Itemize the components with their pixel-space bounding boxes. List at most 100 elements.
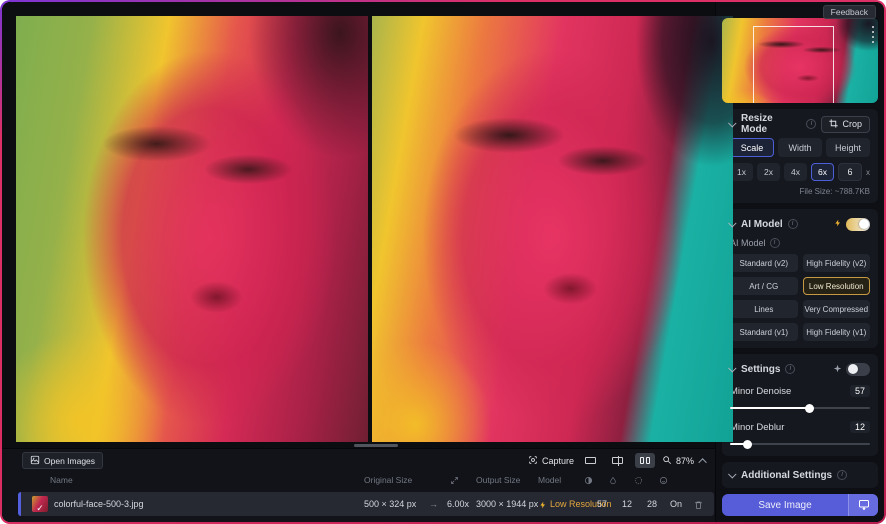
scale-column-icon: [450, 474, 459, 487]
custom-scale-input[interactable]: [838, 163, 862, 181]
resize-tabs: Scale Width Height: [730, 138, 870, 157]
delete-file-icon[interactable]: [694, 492, 703, 516]
ai-model-title: AI Model: [741, 219, 783, 230]
resize-mode-title: Resize Mode: [741, 113, 801, 135]
scale-6x-button[interactable]: 6x: [811, 163, 834, 181]
denoise-value[interactable]: 57: [850, 385, 870, 397]
face-recovery-column-icon: [659, 474, 668, 487]
original-image-view[interactable]: [16, 16, 368, 442]
column-model: Model: [538, 474, 561, 487]
file-original-size: 500 × 324 px: [364, 492, 416, 516]
info-icon: [785, 364, 795, 374]
tab-width[interactable]: Width: [778, 138, 822, 157]
selected-check-icon: ✓: [36, 496, 44, 520]
crop-button[interactable]: Crop: [821, 116, 870, 133]
capture-icon: [528, 455, 538, 467]
window-frame: Feedback Open Images: [0, 0, 886, 524]
file-denoise-value: 57: [597, 492, 607, 516]
scale-1x-button[interactable]: 1x: [730, 163, 753, 181]
side-by-side-view-icon: [640, 457, 651, 464]
save-image-label: Save Image: [722, 494, 848, 516]
main-column: Open Images Capture: [2, 2, 715, 522]
model-very-compressed[interactable]: Very Compressed: [803, 300, 871, 318]
zoom-control[interactable]: 87%: [662, 455, 694, 467]
scale-4x-button[interactable]: 4x: [784, 163, 807, 181]
model-standard-v1[interactable]: Standard (v1): [730, 323, 798, 341]
deblur-column-icon: [609, 474, 617, 487]
capture-button[interactable]: Capture: [528, 455, 574, 467]
model-low-resolution[interactable]: Low Resolution: [803, 277, 871, 295]
tab-height[interactable]: Height: [826, 138, 870, 157]
model-art-cg[interactable]: Art / CG: [730, 277, 798, 295]
model-high-fidelity-v2[interactable]: High Fidelity (v2): [803, 254, 871, 272]
file-name: colorful-face-500-3.jpg: [54, 492, 144, 516]
deblur-slider-fill[interactable]: [730, 443, 748, 445]
single-view-icon: [585, 457, 596, 464]
denoise-label: Minor Denoise: [730, 386, 791, 397]
app-window: Feedback Open Images: [2, 2, 884, 522]
scale-unit-label: x: [866, 168, 870, 177]
crop-icon: [829, 119, 838, 130]
settings-sidebar: ✓ Preview Updated Resize Mode Crop Scale…: [715, 2, 884, 522]
single-view-button[interactable]: [581, 453, 601, 468]
magnifier-icon: [662, 455, 672, 467]
settings-section: Settings Minor Denoise 57 Minor Deblur: [722, 354, 878, 456]
file-thumbnail[interactable]: ✓: [32, 496, 48, 512]
feedback-button[interactable]: Feedback: [823, 5, 876, 19]
image-viewer[interactable]: [2, 2, 715, 448]
compression-column-icon: [634, 474, 643, 487]
info-icon: [806, 119, 816, 129]
split-view-icon: [612, 457, 623, 464]
open-images-button[interactable]: Open Images: [22, 452, 103, 469]
deblur-slider[interactable]: [730, 439, 870, 449]
split-view-button[interactable]: [608, 453, 628, 468]
resize-mode-section: Resize Mode Crop Scale Width Height 1x 2…: [722, 109, 878, 203]
zoom-level-value: 87%: [676, 456, 694, 466]
model-bolt-icon: [539, 492, 547, 516]
save-image-button[interactable]: Save Image: [722, 494, 878, 516]
additional-settings-section: Additional Settings: [722, 462, 878, 488]
deblur-value[interactable]: 12: [850, 421, 870, 433]
file-deblur-value: 12: [622, 492, 632, 516]
upscaled-image-view[interactable]: [372, 16, 733, 442]
arrow-right-icon: →: [429, 492, 438, 516]
file-face-recovery-value: On: [670, 492, 682, 516]
model-grid: Standard (v2) High Fidelity (v2) Art / C…: [730, 254, 870, 341]
file-compression-value: 28: [647, 492, 657, 516]
lightning-icon: [834, 215, 842, 233]
model-high-fidelity-v1[interactable]: High Fidelity (v1): [803, 323, 871, 341]
settings-title: Settings: [741, 364, 780, 375]
export-icon: [858, 499, 870, 511]
additional-settings-title: Additional Settings: [741, 470, 832, 481]
open-images-label: Open Images: [44, 456, 95, 466]
ai-model-sub-label: AI Model: [730, 238, 766, 248]
denoise-slider-fill[interactable]: [730, 407, 810, 409]
viewer-scrollbar[interactable]: [354, 444, 398, 447]
column-output-size: Output Size: [476, 474, 520, 487]
preview-selection-rect[interactable]: [753, 26, 834, 104]
denoise-slider[interactable]: [730, 403, 870, 413]
ai-auto-toggle[interactable]: [846, 218, 870, 231]
model-standard-v2[interactable]: Standard (v2): [730, 254, 798, 272]
scale-2x-button[interactable]: 2x: [757, 163, 780, 181]
navigation-preview[interactable]: [722, 18, 878, 103]
chevron-down-icon[interactable]: [728, 470, 736, 478]
side-by-side-view-button[interactable]: [635, 453, 655, 468]
tab-scale[interactable]: Scale: [730, 138, 774, 157]
info-icon: [788, 219, 798, 229]
column-name: Name: [50, 474, 73, 487]
preview-card: ✓ Preview Updated: [722, 18, 878, 103]
drag-handle-dots[interactable]: [872, 26, 874, 43]
collapse-panel-icon[interactable]: [698, 458, 706, 466]
ai-model-section: AI Model AI Model Standard (v2) High Fid…: [722, 209, 878, 348]
crop-label: Crop: [842, 119, 862, 129]
info-icon: [837, 470, 847, 480]
file-size-estimate: File Size: ~788.7KB: [730, 187, 870, 196]
file-output-size: 3000 × 1944 px: [476, 492, 538, 516]
viewer-toolbar-right: Capture 87%: [528, 452, 707, 469]
settings-auto-toggle[interactable]: [846, 363, 870, 376]
file-row[interactable]: ✓ colorful-face-500-3.jpg 500 × 324 px →…: [18, 492, 714, 516]
denoise-column-icon: [584, 474, 593, 487]
export-options-button[interactable]: [848, 494, 878, 516]
model-lines[interactable]: Lines: [730, 300, 798, 318]
